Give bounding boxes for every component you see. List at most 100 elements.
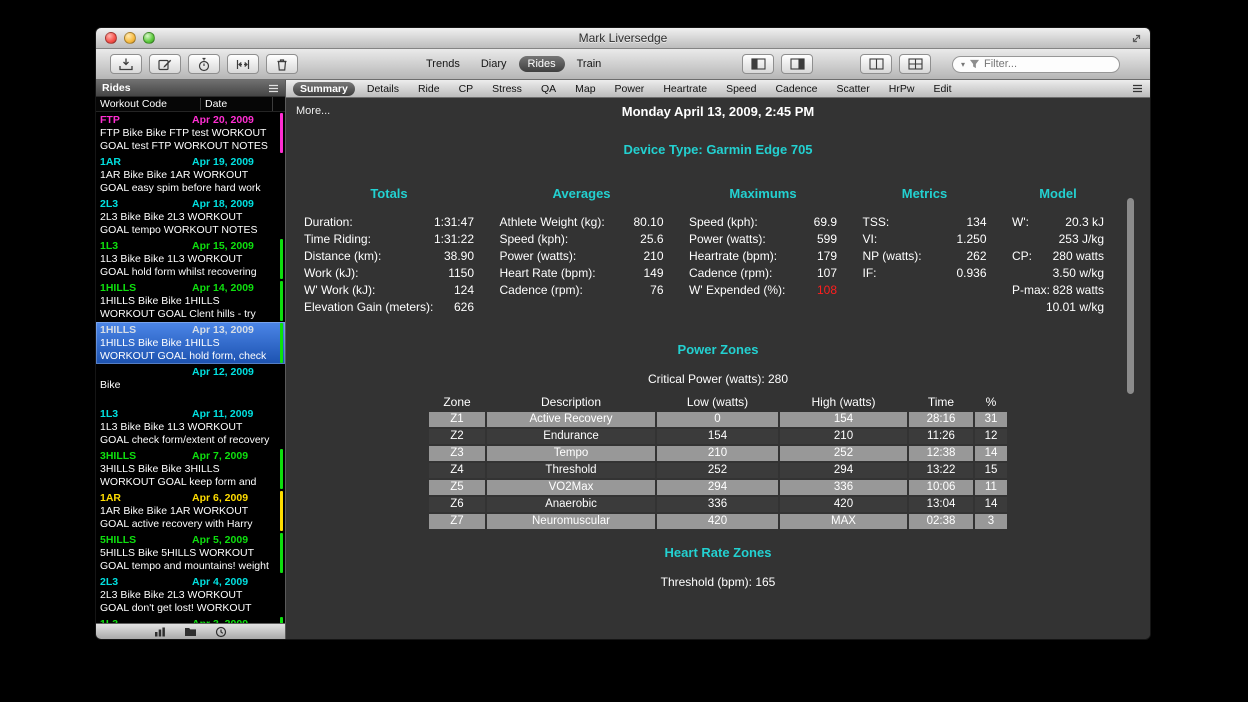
sidebar-footer bbox=[96, 623, 285, 639]
timer-button[interactable] bbox=[188, 54, 220, 74]
ride-desc: 1L3 Bike Bike 1L3 WORKOUT bbox=[100, 421, 276, 434]
tab-stress[interactable]: Stress bbox=[485, 82, 529, 96]
close-button[interactable] bbox=[105, 32, 117, 44]
tab-train[interactable]: Train bbox=[568, 56, 611, 72]
ride-list-item[interactable]: 1L3Apr 3, 2009 bbox=[96, 616, 285, 623]
tab-details[interactable]: Details bbox=[360, 82, 406, 96]
tab-summary[interactable]: Summary bbox=[293, 82, 355, 96]
scrollbar-thumb[interactable] bbox=[1127, 198, 1134, 394]
metric-label: Distance (km): bbox=[304, 248, 381, 265]
edit-button[interactable] bbox=[149, 54, 181, 74]
sidebar-header: Rides bbox=[96, 80, 285, 97]
tab-trends[interactable]: Trends bbox=[417, 56, 469, 72]
ride-list-item[interactable]: 2L3Apr 18, 2009 2L3 Bike Bike 2L3 WORKOU… bbox=[96, 196, 285, 238]
tab-heartrate[interactable]: Heartrate bbox=[656, 82, 714, 96]
ride-date: Apr 4, 2009 bbox=[192, 576, 276, 589]
ride-date: Apr 5, 2009 bbox=[192, 534, 276, 547]
filter-field[interactable]: ▾ bbox=[952, 56, 1120, 73]
metric-row: Power (watts):599 bbox=[689, 231, 837, 248]
list-column-headers[interactable]: Workout Code Date bbox=[96, 97, 285, 112]
menu-icon[interactable] bbox=[268, 84, 279, 93]
clock-button[interactable] bbox=[215, 626, 227, 638]
trash-icon bbox=[274, 57, 290, 72]
zone-cell: VO2Max bbox=[487, 480, 655, 495]
rides-sidebar: Rides Workout Code Date FTPApr 20, 2009 … bbox=[96, 80, 286, 639]
ride-list-item[interactable]: 1L3Apr 15, 2009 1L3 Bike Bike 1L3 WORKOU… bbox=[96, 238, 285, 280]
tab-map[interactable]: Map bbox=[568, 82, 602, 96]
metric-row: Speed (kph):25.6 bbox=[500, 231, 664, 248]
layout-single-button[interactable] bbox=[860, 54, 892, 74]
tab-qa[interactable]: QA bbox=[534, 82, 563, 96]
zoom-button[interactable] bbox=[143, 32, 155, 44]
metric-value: 10.01 w/kg bbox=[1046, 299, 1104, 316]
ride-list-item-selected[interactable]: 1HILLSApr 13, 2009 1HILLS Bike Bike 1HIL… bbox=[96, 322, 285, 364]
more-link[interactable]: More... bbox=[296, 105, 330, 117]
metric-value: 20.3 kJ bbox=[1065, 214, 1104, 231]
col-time: Time bbox=[909, 394, 973, 410]
tab-rides[interactable]: Rides bbox=[519, 56, 565, 72]
window-title: Mark Liversedge bbox=[579, 31, 668, 45]
ride-list-item[interactable]: 5HILLSApr 5, 2009 5HILLS Bike 5HILLS WOR… bbox=[96, 532, 285, 574]
column-workout-code[interactable]: Workout Code bbox=[96, 98, 200, 110]
ride-list-item[interactable]: 1L3Apr 11, 2009 1L3 Bike Bike 1L3 WORKOU… bbox=[96, 406, 285, 448]
zone-cell: Z6 bbox=[429, 497, 485, 512]
metric-value: 1:31:47 bbox=[434, 214, 474, 231]
tab-edit[interactable]: Edit bbox=[926, 82, 958, 96]
layout-tiled-button[interactable] bbox=[899, 54, 931, 74]
tab-diary[interactable]: Diary bbox=[472, 56, 516, 72]
heart-rate-zones-title: Heart Rate Zones bbox=[286, 545, 1150, 560]
model-section: Model W':20.3 kJ 253 J/kg CP:280 watts 3… bbox=[1012, 186, 1104, 316]
filter-input[interactable] bbox=[984, 58, 1094, 70]
intervals-button[interactable] bbox=[227, 54, 259, 74]
metric-value: 124 bbox=[454, 282, 474, 299]
zone-cell: Neuromuscular bbox=[487, 514, 655, 529]
table-row: Z7Neuromuscular420MAX02:383 bbox=[429, 514, 1007, 529]
ride-date: Apr 14, 2009 bbox=[192, 282, 276, 295]
metric-row: Elevation Gain (meters):626 bbox=[304, 299, 474, 316]
column-date[interactable]: Date bbox=[200, 98, 272, 110]
tab-cadence[interactable]: Cadence bbox=[768, 82, 824, 96]
ride-list-item[interactable]: FTPApr 20, 2009 FTP Bike Bike FTP test W… bbox=[96, 112, 285, 154]
folder-button[interactable] bbox=[184, 626, 197, 637]
delete-button[interactable] bbox=[266, 54, 298, 74]
col-zone: Zone bbox=[429, 394, 485, 410]
metric-row: VI: 1.250 bbox=[863, 231, 987, 248]
ride-list-item[interactable]: 1ARApr 6, 2009 1AR Bike Bike 1AR WORKOUT… bbox=[96, 490, 285, 532]
ride-list-item[interactable]: 1HILLSApr 14, 2009 1HILLS Bike Bike 1HIL… bbox=[96, 280, 285, 322]
tab-cp[interactable]: CP bbox=[452, 82, 481, 96]
tab-ride[interactable]: Ride bbox=[411, 82, 447, 96]
metric-value: 1.250 bbox=[956, 231, 986, 248]
ride-list-item[interactable]: 2L3Apr 4, 2009 2L3 Bike Bike 2L3 WORKOUT… bbox=[96, 574, 285, 616]
metric-row: 253 J/kg bbox=[1012, 231, 1104, 248]
download-icon bbox=[118, 57, 134, 72]
toggle-lowbar-button[interactable] bbox=[781, 54, 813, 74]
ride-date: Apr 13, 2009 bbox=[192, 324, 276, 337]
toggle-sidebar-button[interactable] bbox=[742, 54, 774, 74]
tab-scatter[interactable]: Scatter bbox=[830, 82, 877, 96]
zone-cell: 210 bbox=[657, 446, 778, 461]
metric-label: Duration: bbox=[304, 214, 353, 231]
sidebar-right-icon bbox=[790, 58, 805, 70]
zone-cell: 14 bbox=[975, 446, 1007, 461]
metric-label: VI: bbox=[863, 231, 878, 248]
metric-row: IF:0.936 bbox=[863, 265, 987, 282]
metric-value: 179 bbox=[817, 248, 837, 265]
minimize-button[interactable] bbox=[124, 32, 136, 44]
window-resize-icon[interactable] bbox=[1130, 32, 1143, 45]
chart-button[interactable] bbox=[154, 626, 166, 638]
ride-list-item[interactable]: 3HILLSApr 7, 2009 3HILLS Bike Bike 3HILL… bbox=[96, 448, 285, 490]
ride-list-item[interactable]: 1ARApr 19, 2009 1AR Bike Bike 1AR WORKOU… bbox=[96, 154, 285, 196]
tabbar-menu-icon[interactable] bbox=[1132, 84, 1143, 93]
zone-cell: 11 bbox=[975, 480, 1007, 495]
download-button[interactable] bbox=[110, 54, 142, 74]
ride-color-bar bbox=[280, 365, 283, 405]
tab-power[interactable]: Power bbox=[608, 82, 652, 96]
ride-list-item[interactable]: Apr 12, 2009 Bike bbox=[96, 364, 285, 406]
metric-value: 0.936 bbox=[956, 265, 986, 282]
tab-speed[interactable]: Speed bbox=[719, 82, 763, 96]
ride-list[interactable]: FTPApr 20, 2009 FTP Bike Bike FTP test W… bbox=[96, 112, 285, 623]
metric-label: Speed (kph): bbox=[689, 214, 758, 231]
zone-cell: 12:38 bbox=[909, 446, 973, 461]
metric-value: 38.90 bbox=[444, 248, 474, 265]
tab-hrpw[interactable]: HrPw bbox=[882, 82, 922, 96]
